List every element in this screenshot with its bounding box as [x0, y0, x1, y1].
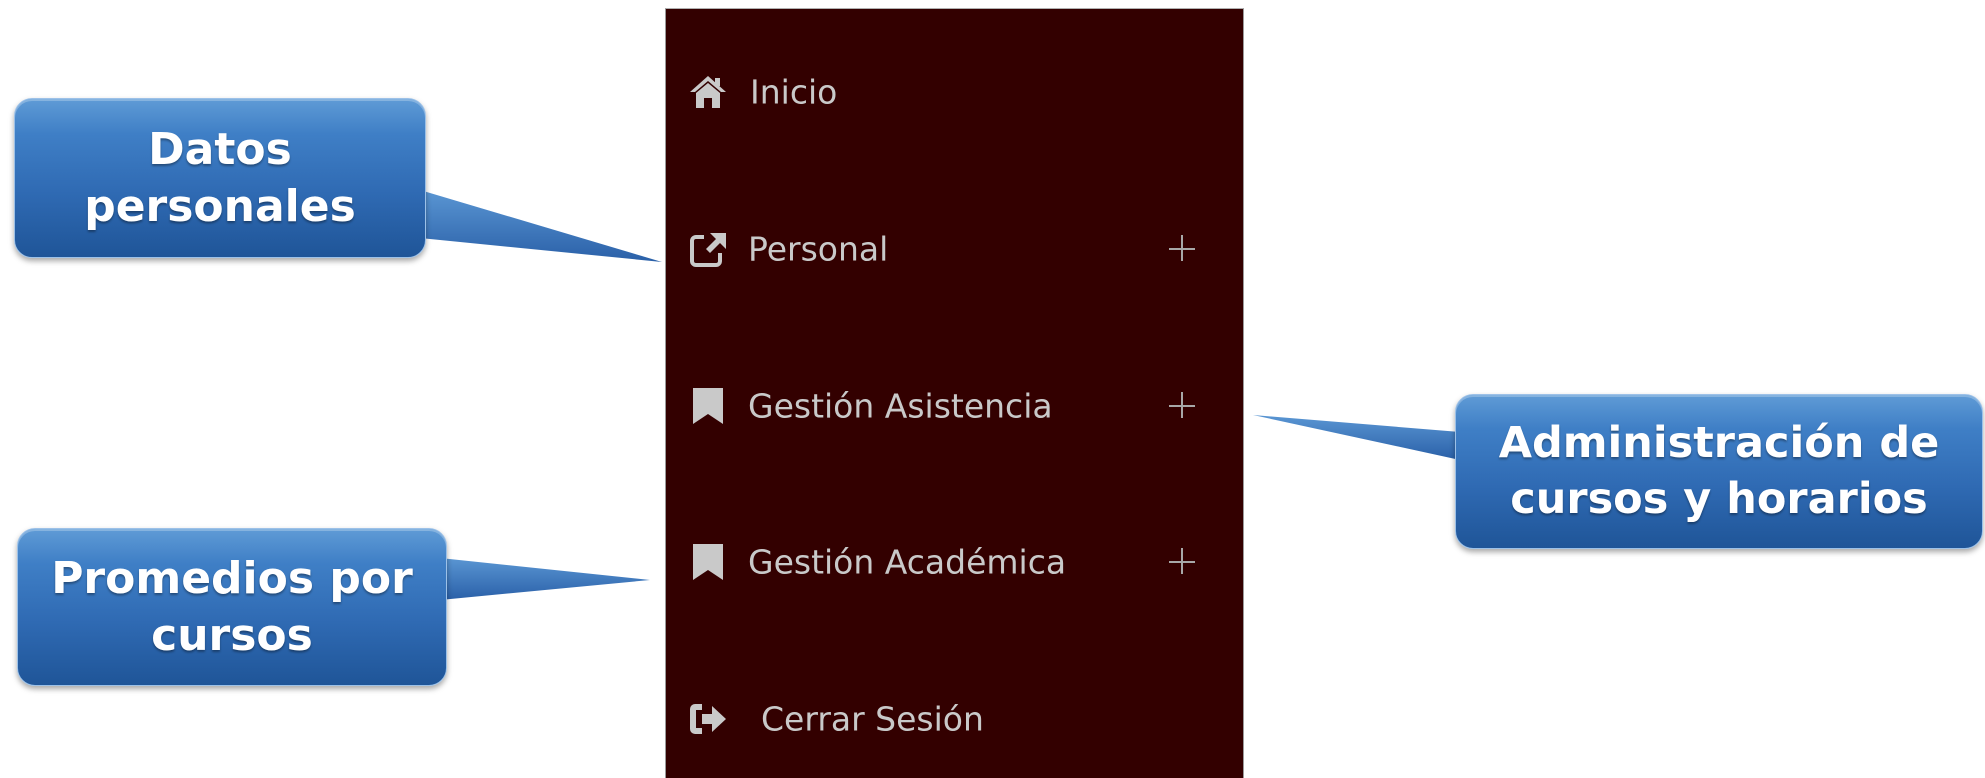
sign-out-icon — [688, 699, 728, 739]
callout-text-line: Promedios por — [51, 552, 413, 604]
administracion-pointer — [1253, 415, 1460, 460]
bookmark-icon — [688, 542, 728, 582]
sidebar-item-personal[interactable]: Personal — [666, 219, 1243, 279]
callout-administracion-cursos-horarios: Administración de cursos y horarios — [1455, 394, 1983, 549]
sidebar-item-gestion-academica[interactable]: Gestión Académica — [666, 532, 1243, 592]
sidebar-item-cerrar-sesion[interactable]: Cerrar Sesión — [666, 689, 1243, 749]
callout-text-line: cursos — [151, 610, 313, 661]
callout-datos-personales: Datos personales — [14, 98, 426, 258]
sidebar-menu: Inicio Personal Gestión Asistencia Gesti… — [665, 8, 1244, 778]
external-link-icon — [688, 229, 728, 269]
home-icon — [688, 72, 728, 112]
promedios-pointer — [440, 558, 650, 600]
sidebar-item-label: Cerrar Sesión — [761, 699, 984, 739]
callout-text-line: cursos y horarios — [1510, 473, 1928, 524]
sidebar-item-label: Gestión Asistencia — [748, 386, 1053, 426]
sidebar-item-label: Personal — [748, 229, 889, 269]
callout-promedios-por-cursos: Promedios por cursos — [17, 528, 447, 686]
expand-plus-icon[interactable] — [1169, 548, 1197, 576]
bookmark-icon — [688, 386, 728, 426]
expand-plus-icon[interactable] — [1169, 235, 1197, 263]
expand-plus-icon[interactable] — [1169, 392, 1197, 420]
callout-text-line: Datos — [148, 123, 292, 175]
datos-personales-pointer — [420, 190, 662, 262]
sidebar-item-inicio[interactable]: Inicio — [666, 62, 1243, 122]
callout-text-line: Administración de — [1498, 417, 1940, 468]
callout-text-line: personales — [84, 181, 356, 232]
sidebar-item-label: Inicio — [750, 72, 838, 112]
sidebar-item-gestion-asistencia[interactable]: Gestión Asistencia — [666, 376, 1243, 436]
sidebar-item-label: Gestión Académica — [748, 542, 1067, 582]
